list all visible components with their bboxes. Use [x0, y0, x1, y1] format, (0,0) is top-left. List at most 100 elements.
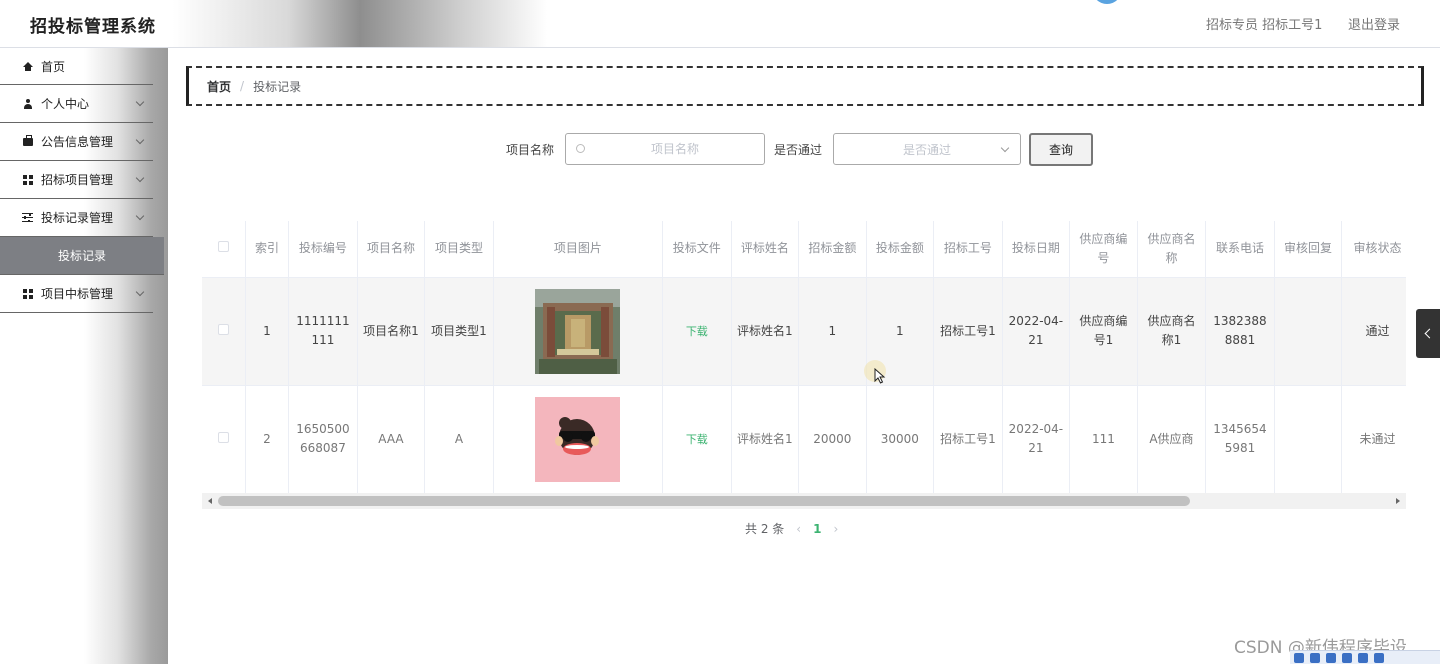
table-header-row: 索引 投标编号 项目名称 项目类型 项目图片 投标文件 评标姓名 招标金额 投标… [202, 221, 1406, 278]
pagination-total: 共 2 条 [745, 522, 785, 536]
select-all-cell[interactable] [202, 221, 246, 278]
sidebar-item-label: 首页 [41, 59, 66, 74]
grid-icon [22, 174, 33, 185]
column-header: 招标金额 [798, 221, 867, 278]
pass-status-select[interactable]: 是否通过 [833, 133, 1021, 165]
avatar [1092, 0, 1122, 4]
user-icon [22, 98, 33, 109]
cell-date: 2022-04-21 [1002, 277, 1071, 386]
logout-link[interactable]: 退出登录 [1348, 14, 1400, 33]
page-number[interactable]: 1 [813, 522, 821, 536]
sidebar-item-bid-records[interactable]: 投标记录管理 [0, 199, 153, 237]
cell-bid-file: 下载 [662, 277, 732, 386]
aerial-campus-photo[interactable] [535, 288, 621, 374]
cell-reply [1274, 385, 1343, 494]
download-link[interactable]: 下载 [686, 433, 708, 446]
collapse-panel-tab[interactable] [1416, 309, 1440, 358]
cell-tender-id: 招标工号1 [933, 277, 1003, 386]
cell-project-name: 项目名称1 [357, 277, 426, 386]
column-header: 项目名称 [357, 221, 426, 278]
sidebar-item-label: 项目中标管理 [41, 287, 114, 301]
cell-evaluator: 评标姓名1 [731, 385, 800, 494]
project-name-input[interactable] [590, 134, 760, 164]
top-header: 招投标管理系统 招标专员 招标工号1 退出登录 [0, 0, 1440, 48]
select-all-checkbox[interactable] [217, 241, 229, 253]
sidebar-item-home[interactable]: 首页 [0, 48, 153, 85]
cell-bid-no: 1111111111 [288, 277, 358, 386]
table-row: 1 1111111111 项目名称1 项目类型1 下载 评标姓名1 1 1 招标… [202, 277, 1406, 386]
cell-bid-amount: 30000 [866, 385, 935, 494]
row-checkbox[interactable] [217, 323, 229, 335]
breadcrumb: 首页 / 投标记录 [186, 66, 1424, 106]
sidebar: 首页 个人中心 公告信息管理 招标项目管理 投标记录管理 投标记录 项目中标管理 [0, 48, 168, 664]
sidebar-item-announcements[interactable]: 公告信息管理 [0, 123, 153, 161]
cell-project-type: 项目类型1 [424, 277, 494, 386]
column-header: 投标金额 [866, 221, 935, 278]
sliders-icon [22, 212, 33, 223]
cell-status: 通过 [1341, 277, 1406, 386]
app-title: 招投标管理系统 [30, 17, 156, 37]
cell-status: 未通过 [1341, 385, 1406, 494]
cell-project-type: A [424, 385, 494, 494]
cell-project-image [493, 277, 664, 386]
search-button[interactable]: 查询 [1029, 133, 1093, 166]
breadcrumb-separator: / [240, 79, 245, 93]
chevron-down-icon [135, 135, 145, 145]
column-header: 投标日期 [1002, 221, 1071, 278]
chevron-down-icon [135, 97, 145, 107]
cell-phone: 13456545981 [1205, 385, 1275, 494]
sidebar-item-label: 个人中心 [41, 97, 90, 111]
row-checkbox[interactable] [217, 431, 229, 443]
cell-supplier-name: 供应商名称1 [1137, 277, 1207, 386]
breadcrumb-current: 投标记录 [253, 79, 302, 94]
bid-records-table: 索引 投标编号 项目名称 项目类型 项目图片 投标文件 评标姓名 招标金额 投标… [202, 221, 1406, 509]
pagination: 共 2 条 ‹ 1 › [745, 520, 850, 537]
horizontal-scrollbar[interactable] [202, 493, 1406, 509]
pass-status-label: 是否通过 [774, 143, 823, 157]
cell-supplier-no: 供应商编号1 [1069, 277, 1138, 386]
sidebar-item-label: 公告信息管理 [41, 135, 114, 149]
column-header: 审核回复 [1274, 221, 1343, 278]
scroll-right-icon[interactable] [1396, 498, 1400, 504]
row-select-cell[interactable] [202, 277, 246, 386]
column-header: 供应商编号 [1069, 221, 1138, 278]
ime-icon [1326, 652, 1336, 663]
table-row: 2 1650500668087 AAA A 下载 评标姓名1 20000 300… [202, 385, 1406, 494]
ime-icon [1342, 652, 1352, 663]
chevron-down-icon [1000, 143, 1010, 153]
download-link[interactable]: 下载 [686, 325, 708, 338]
column-header: 审核状态 [1341, 221, 1406, 278]
column-header: 项目类型 [424, 221, 494, 278]
prev-page-button[interactable]: ‹ [796, 522, 801, 536]
cell-tender-id: 招标工号1 [933, 385, 1003, 494]
ime-icon [1310, 652, 1320, 663]
cell-bid-file: 下载 [662, 385, 732, 494]
next-page-button[interactable]: › [833, 522, 838, 536]
project-name-field [565, 133, 765, 165]
breadcrumb-home[interactable]: 首页 [207, 78, 231, 95]
sidebar-item-personal-center[interactable]: 个人中心 [0, 85, 153, 123]
cell-tender-amount: 1 [798, 277, 867, 386]
sidebar-item-tender-projects[interactable]: 招标项目管理 [0, 161, 153, 199]
column-header: 供应商名称 [1137, 221, 1207, 278]
chevron-down-icon [135, 211, 145, 221]
ime-icon [1374, 652, 1384, 663]
sidebar-item-award-management[interactable]: 项目中标管理 [0, 275, 153, 313]
cell-index: 1 [245, 277, 290, 386]
cell-project-name: AAA [357, 385, 426, 494]
cell-phone: 13823888881 [1205, 277, 1275, 386]
scrollbar-thumb[interactable] [218, 496, 1190, 506]
search-icon [576, 144, 585, 153]
sidebar-item-label: 招标项目管理 [41, 173, 114, 187]
column-header: 投标编号 [288, 221, 358, 278]
monkey-cartoon-image[interactable] [535, 396, 621, 482]
sidebar-item-label: 投标记录管理 [41, 211, 114, 225]
sidebar-subitem-bid-record[interactable]: 投标记录 [0, 237, 164, 275]
ime-icon [1358, 652, 1368, 663]
briefcase-icon [22, 134, 33, 147]
scroll-left-icon[interactable] [208, 498, 212, 504]
cell-reply [1274, 277, 1343, 386]
cell-index: 2 [245, 385, 290, 494]
row-select-cell[interactable] [202, 385, 246, 494]
pass-status-placeholder: 是否通过 [902, 142, 951, 157]
